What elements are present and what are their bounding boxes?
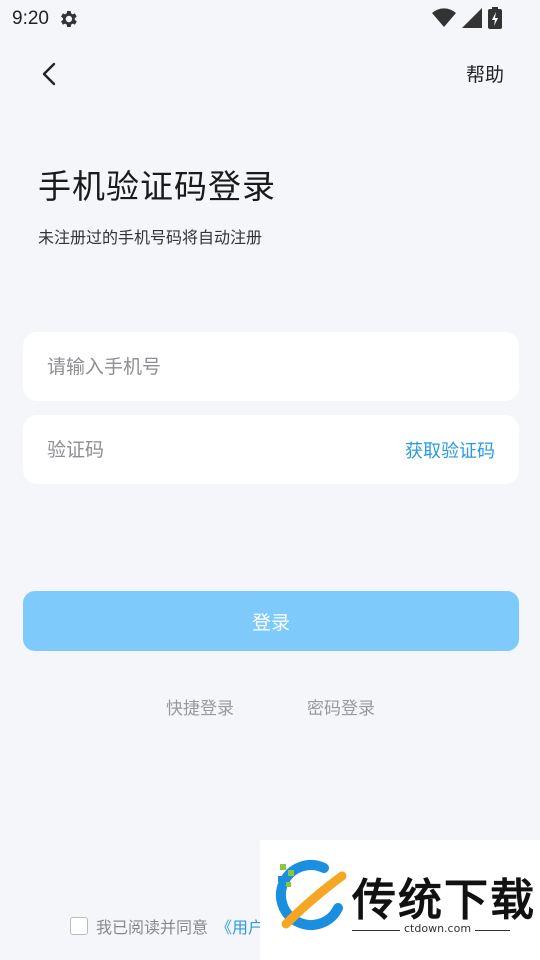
help-link[interactable]: 帮助 [466, 60, 504, 87]
phone-field [23, 332, 519, 401]
agreement-row: 我已阅读并同意 《用户 [70, 914, 264, 938]
status-icons [432, 7, 502, 29]
quick-login-link[interactable]: 快捷登录 [166, 694, 234, 719]
get-code-button[interactable]: 获取验证码 [405, 437, 495, 463]
password-login-link[interactable]: 密码登录 [307, 694, 375, 719]
battery-icon [488, 7, 502, 29]
page-title: 手机验证码登录 [38, 167, 276, 206]
watermark-domain: ctdown.com [400, 922, 476, 935]
signal-icon [462, 8, 482, 28]
back-button[interactable] [32, 56, 68, 92]
code-field: 获取验证码 [23, 415, 519, 484]
status-time: 9:20 [12, 8, 49, 29]
agreement-checkbox[interactable] [70, 917, 88, 935]
top-bar: 帮助 [0, 52, 540, 96]
wifi-icon [432, 8, 456, 28]
page-subtitle: 未注册过的手机号码将自动注册 [38, 228, 263, 247]
login-button[interactable]: 登录 [23, 591, 519, 651]
watermark-logo-icon [272, 858, 348, 942]
watermark: 传统下载 ctdown.com [260, 840, 540, 960]
code-input[interactable] [47, 438, 405, 461]
watermark-name: 传统下载 [352, 875, 536, 926]
agreement-text: 我已阅读并同意 [96, 918, 209, 937]
gear-icon [57, 8, 79, 30]
phone-input[interactable] [47, 355, 495, 378]
user-agreement-link[interactable]: 《用户 [216, 914, 264, 938]
chevron-left-icon [42, 62, 56, 86]
status-bar: 9:20 [0, 0, 540, 38]
